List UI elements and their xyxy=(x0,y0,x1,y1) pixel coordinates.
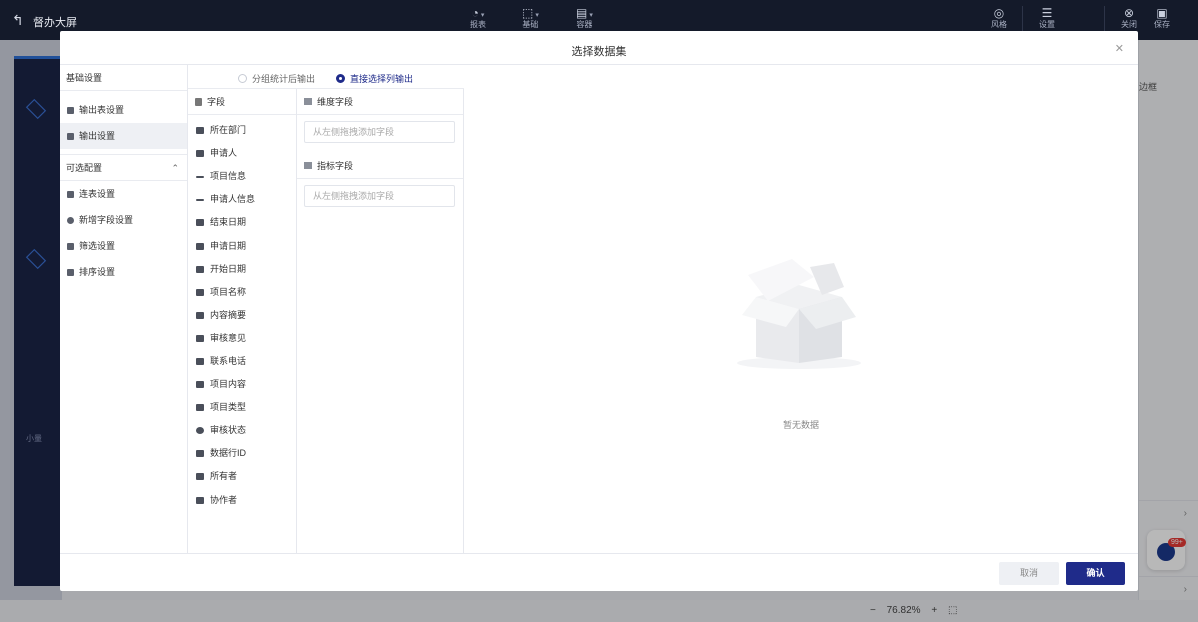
back-arrow-icon[interactable]: ↰ xyxy=(12,12,24,29)
field-item[interactable]: 项目名称 xyxy=(188,281,296,304)
upload-icon xyxy=(67,132,74,140)
filter-icon xyxy=(67,242,74,250)
bar-chart-icon xyxy=(304,98,312,105)
chart-icon: ◔ ▾ xyxy=(471,6,485,20)
style-button[interactable]: ◎ 风格 xyxy=(991,6,1007,30)
field-item[interactable]: 内容摘要 xyxy=(188,304,296,327)
settings-button[interactable]: ☰ 设置 xyxy=(1039,6,1055,30)
output-mode-group: 分组统计后输出 直接选择列输出 xyxy=(188,65,464,89)
document-icon xyxy=(195,97,202,106)
close-button[interactable]: ⊗ 关闭 xyxy=(1121,6,1137,30)
line-icon xyxy=(196,175,204,178)
text-icon xyxy=(196,311,204,319)
department-icon xyxy=(196,127,204,135)
dialog-title: 选择数据集 xyxy=(571,46,627,58)
field-item[interactable]: 所有者 xyxy=(188,465,296,488)
dialog-header: 选择数据集 ✕ xyxy=(60,31,1138,65)
toolbar-container-button[interactable]: ▤ ▾ 容器 xyxy=(576,6,593,30)
nav-sort-settings[interactable]: 排序设置 xyxy=(60,259,187,285)
calendar-icon xyxy=(196,265,204,273)
cancel-button[interactable]: 取消 xyxy=(999,562,1059,585)
container-icon: ▤ ▾ xyxy=(576,6,593,20)
add-circle-icon xyxy=(67,216,74,224)
settings-sidebar: 基础设置 输出表设置 输出设置 可选配置 ⌃ 连表设置 新增字段设置 筛选设置 xyxy=(60,65,188,553)
close-circle-icon: ⊗ xyxy=(1123,6,1135,20)
radio-direct-output[interactable]: 直接选择列输出 xyxy=(336,72,413,85)
rich-text-icon xyxy=(196,381,204,389)
dialog-footer: 取消 确认 xyxy=(60,553,1138,591)
table-icon xyxy=(67,106,74,114)
line-icon xyxy=(196,198,204,201)
field-list: 字段 所在部门 申请人 项目信息 申请人信息 结束日期 申请日期 开始日期 项目… xyxy=(188,89,297,553)
field-item[interactable]: 项目内容 xyxy=(188,373,296,396)
save-button[interactable]: ▣ 保存 xyxy=(1154,6,1170,30)
field-item[interactable]: 项目信息 xyxy=(188,165,296,188)
confirm-button[interactable]: 确认 xyxy=(1066,562,1125,585)
text-icon xyxy=(196,334,204,342)
toolbar-report-button[interactable]: ◔ ▾ 报表 xyxy=(470,6,486,30)
optional-settings-header[interactable]: 可选配置 ⌃ xyxy=(60,155,187,181)
chevron-up-icon[interactable]: ⌃ xyxy=(171,155,179,181)
metric-drop-zone[interactable]: 从左侧拖拽添加字段 xyxy=(304,185,455,207)
basic-settings-header: 基础设置 xyxy=(60,65,187,91)
nav-filter-settings[interactable]: 筛选设置 xyxy=(60,233,187,259)
dimension-drop-zone[interactable]: 从左侧拖拽添加字段 xyxy=(304,121,455,143)
radio-circle-selected xyxy=(336,74,345,83)
phone-icon xyxy=(196,357,204,365)
field-item[interactable]: 申请日期 xyxy=(188,234,296,257)
text-icon xyxy=(196,288,204,296)
field-item[interactable]: 审核意见 xyxy=(188,327,296,350)
sliders-icon: ☰ xyxy=(1041,6,1053,20)
divider xyxy=(1104,6,1105,32)
palette-icon: ◎ xyxy=(993,6,1005,20)
join-table-icon xyxy=(67,190,74,198)
close-icon[interactable]: ✕ xyxy=(1115,42,1124,55)
fields-header: 字段 xyxy=(188,89,296,115)
metric-header: 指标字段 xyxy=(297,153,463,179)
dimension-header: 维度字段 xyxy=(297,89,463,115)
empty-state-text: 暂无数据 xyxy=(782,420,819,430)
field-item[interactable]: 开始日期 xyxy=(188,258,296,281)
checkbox-icon xyxy=(196,404,204,412)
field-item[interactable]: 申请人 xyxy=(188,142,296,165)
grid-icon: ⬚ ▾ xyxy=(522,6,539,20)
field-item[interactable]: 结束日期 xyxy=(188,211,296,234)
app-title: 督办大屏 xyxy=(33,17,77,29)
preview-area: 暂无数据 xyxy=(464,65,1138,553)
field-item[interactable]: 项目类型 xyxy=(188,396,296,419)
field-item[interactable]: 联系电话 xyxy=(188,350,296,373)
save-icon: ▣ xyxy=(1156,6,1168,20)
field-item[interactable]: 审核状态 xyxy=(188,419,296,442)
calendar-icon xyxy=(196,219,204,227)
sort-icon xyxy=(67,268,74,276)
field-item[interactable]: 协作者 xyxy=(188,489,296,512)
radio-grouped-output[interactable]: 分组统计后输出 xyxy=(238,72,315,85)
metric-icon xyxy=(304,162,312,169)
link-icon xyxy=(196,450,204,458)
radio-circle xyxy=(238,74,247,83)
empty-box-illustration xyxy=(737,259,861,369)
owner-icon xyxy=(196,473,204,481)
select-dataset-dialog: 选择数据集 ✕ 基础设置 输出表设置 输出设置 可选配置 ⌃ 连表设置 新增字段… xyxy=(60,31,1138,591)
target-fields-column: 维度字段 从左侧拖拽添加字段 指标字段 从左侧拖拽添加字段 xyxy=(297,89,464,553)
calendar-icon xyxy=(196,242,204,250)
field-item[interactable]: 数据行ID xyxy=(188,442,296,465)
user-icon xyxy=(196,150,204,158)
field-item[interactable]: 申请人信息 xyxy=(188,188,296,211)
toolbar-basic-button[interactable]: ⬚ ▾ 基础 xyxy=(522,6,539,30)
divider xyxy=(1022,6,1023,32)
radio-icon xyxy=(196,427,204,435)
nav-output-settings[interactable]: 输出设置 xyxy=(60,123,187,149)
nav-join-settings[interactable]: 连表设置 xyxy=(60,181,187,207)
nav-new-field-settings[interactable]: 新增字段设置 xyxy=(60,207,187,233)
collaborator-icon xyxy=(196,496,204,504)
field-item[interactable]: 所在部门 xyxy=(188,119,296,142)
nav-output-table-settings[interactable]: 输出表设置 xyxy=(60,97,187,123)
